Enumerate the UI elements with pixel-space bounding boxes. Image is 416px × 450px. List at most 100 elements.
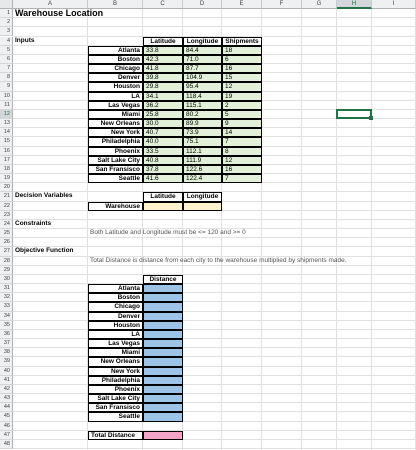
row-header-21[interactable]: 21 [0,192,13,202]
row-header-5[interactable]: 5 [0,45,13,55]
constraints-section-label[interactable]: Constraints [13,220,88,229]
input-header-longitude[interactable]: Longitude [183,36,222,46]
row-header-13[interactable]: 13 [0,119,13,129]
row-header-12[interactable]: 12 [0,109,13,120]
shipments-value[interactable]: 12 [222,82,262,92]
row-header-32[interactable]: 32 [0,293,13,303]
input-city-label[interactable]: Phoenix [88,146,143,156]
distance-city-label[interactable]: Las Vegas [88,339,143,349]
distance-city-label[interactable]: Denver [88,311,143,321]
distance-city-label[interactable]: New Orleans [88,357,143,367]
sheet-title[interactable]: Warehouse Location [13,8,183,18]
row-header-43[interactable]: 43 [0,394,13,404]
column-header-f[interactable]: F [262,0,302,9]
decision-section-label[interactable]: Decision Variables [13,192,88,201]
row-header-10[interactable]: 10 [0,91,13,101]
shipments-value[interactable]: 19 [222,91,262,101]
row-header-42[interactable]: 42 [0,384,13,395]
input-header-latitude[interactable]: Latitude [143,36,183,46]
row-header-46[interactable]: 46 [0,421,13,431]
row-header-1[interactable]: 1 [0,9,13,19]
distance-city-label[interactable]: Atlanta [88,284,143,294]
input-city-label[interactable]: Seattle [88,174,143,184]
distance-header[interactable]: Distance [143,274,183,285]
longitude-value[interactable]: 89.9 [183,119,222,129]
distance-city-label[interactable]: Phoenix [88,384,143,395]
longitude-value[interactable]: 87.7 [183,64,222,74]
latitude-value[interactable]: 33.5 [143,146,183,156]
row-header-41[interactable]: 41 [0,375,13,385]
row-header-39[interactable]: 39 [0,357,13,367]
distance-city-label[interactable]: Seattle [88,412,143,422]
column-header-i[interactable]: I [372,0,416,9]
row-header-47[interactable]: 47 [0,430,13,440]
longitude-value[interactable]: 95.4 [183,82,222,92]
distance-city-label[interactable]: Salt Lake City [88,394,143,404]
input-city-label[interactable]: Las Vegas [88,100,143,110]
latitude-value[interactable]: 37.8 [143,164,183,175]
row-header-35[interactable]: 35 [0,320,13,330]
latitude-value[interactable]: 29.8 [143,82,183,92]
row-header-44[interactable]: 44 [0,403,13,413]
latitude-value[interactable]: 36.2 [143,100,183,110]
column-header-g[interactable]: G [302,0,337,9]
column-header-e[interactable]: E [222,0,262,9]
shipments-value[interactable]: 7 [222,137,262,147]
longitude-value[interactable]: 111.9 [183,155,222,165]
input-city-label[interactable]: Miami [88,109,143,120]
shipments-value[interactable]: 8 [222,146,262,156]
input-city-label[interactable]: Atlanta [88,45,143,55]
spreadsheet[interactable]: ABCDEFGHI 1 2 3 4 5 6 7 8 9 10 11 12 13 14 15 16 17 18 19 2… [0,0,416,450]
distance-value[interactable] [143,403,183,413]
input-city-label[interactable]: Denver [88,73,143,83]
row-header-18[interactable]: 18 [0,164,13,175]
row-header-6[interactable]: 6 [0,54,13,64]
warehouse-label[interactable]: Warehouse [88,201,143,211]
shipments-value[interactable]: 16 [222,164,262,175]
row-header-48[interactable]: 48 [0,439,13,450]
row-header-33[interactable]: 33 [0,302,13,312]
row-header-23[interactable]: 23 [0,210,13,220]
longitude-value[interactable]: 75.1 [183,137,222,147]
row-header-8[interactable]: 8 [0,73,13,83]
distance-city-label[interactable]: LA [88,329,143,340]
row-header-22[interactable]: 22 [0,201,13,211]
longitude-value[interactable]: 118.4 [183,91,222,101]
distance-value[interactable] [143,412,183,422]
column-header-d[interactable]: D [183,0,222,9]
input-city-label[interactable]: Houston [88,82,143,92]
longitude-value[interactable]: 115.1 [183,100,222,110]
input-city-label[interactable]: Boston [88,54,143,64]
warehouse-longitude-input[interactable] [183,201,222,211]
distance-value[interactable] [143,339,183,349]
row-header-37[interactable]: 37 [0,339,13,349]
row-header-15[interactable]: 15 [0,137,13,147]
row-header-2[interactable]: 2 [0,18,13,28]
latitude-value[interactable]: 39.8 [143,73,183,83]
row-header-45[interactable]: 45 [0,412,13,422]
input-city-label[interactable]: LA [88,91,143,101]
longitude-value[interactable]: 122.6 [183,164,222,175]
distance-value[interactable] [143,293,183,303]
distance-value[interactable] [143,348,183,358]
distance-value[interactable] [143,329,183,340]
longitude-value[interactable]: 84.4 [183,45,222,55]
longitude-value[interactable]: 122.4 [183,174,222,184]
distance-city-label[interactable]: Chicago [88,302,143,312]
distance-value[interactable] [143,375,183,385]
row-header-38[interactable]: 38 [0,348,13,358]
row-header-14[interactable]: 14 [0,128,13,138]
warehouse-latitude-input[interactable] [143,201,183,211]
row-header-11[interactable]: 11 [0,100,13,110]
row-header-28[interactable]: 28 [0,256,13,266]
longitude-value[interactable]: 104.9 [183,73,222,83]
objective-section-label[interactable]: Objective Function [13,247,88,256]
row-header-9[interactable]: 9 [0,82,13,92]
row-header-30[interactable]: 30 [0,274,13,285]
total-distance-value[interactable] [143,430,183,440]
latitude-value[interactable]: 34.1 [143,91,183,101]
row-header-26[interactable]: 26 [0,238,13,248]
row-header-24[interactable]: 24 [0,219,13,230]
row-header-29[interactable]: 29 [0,265,13,275]
shipments-value[interactable]: 6 [222,54,262,64]
